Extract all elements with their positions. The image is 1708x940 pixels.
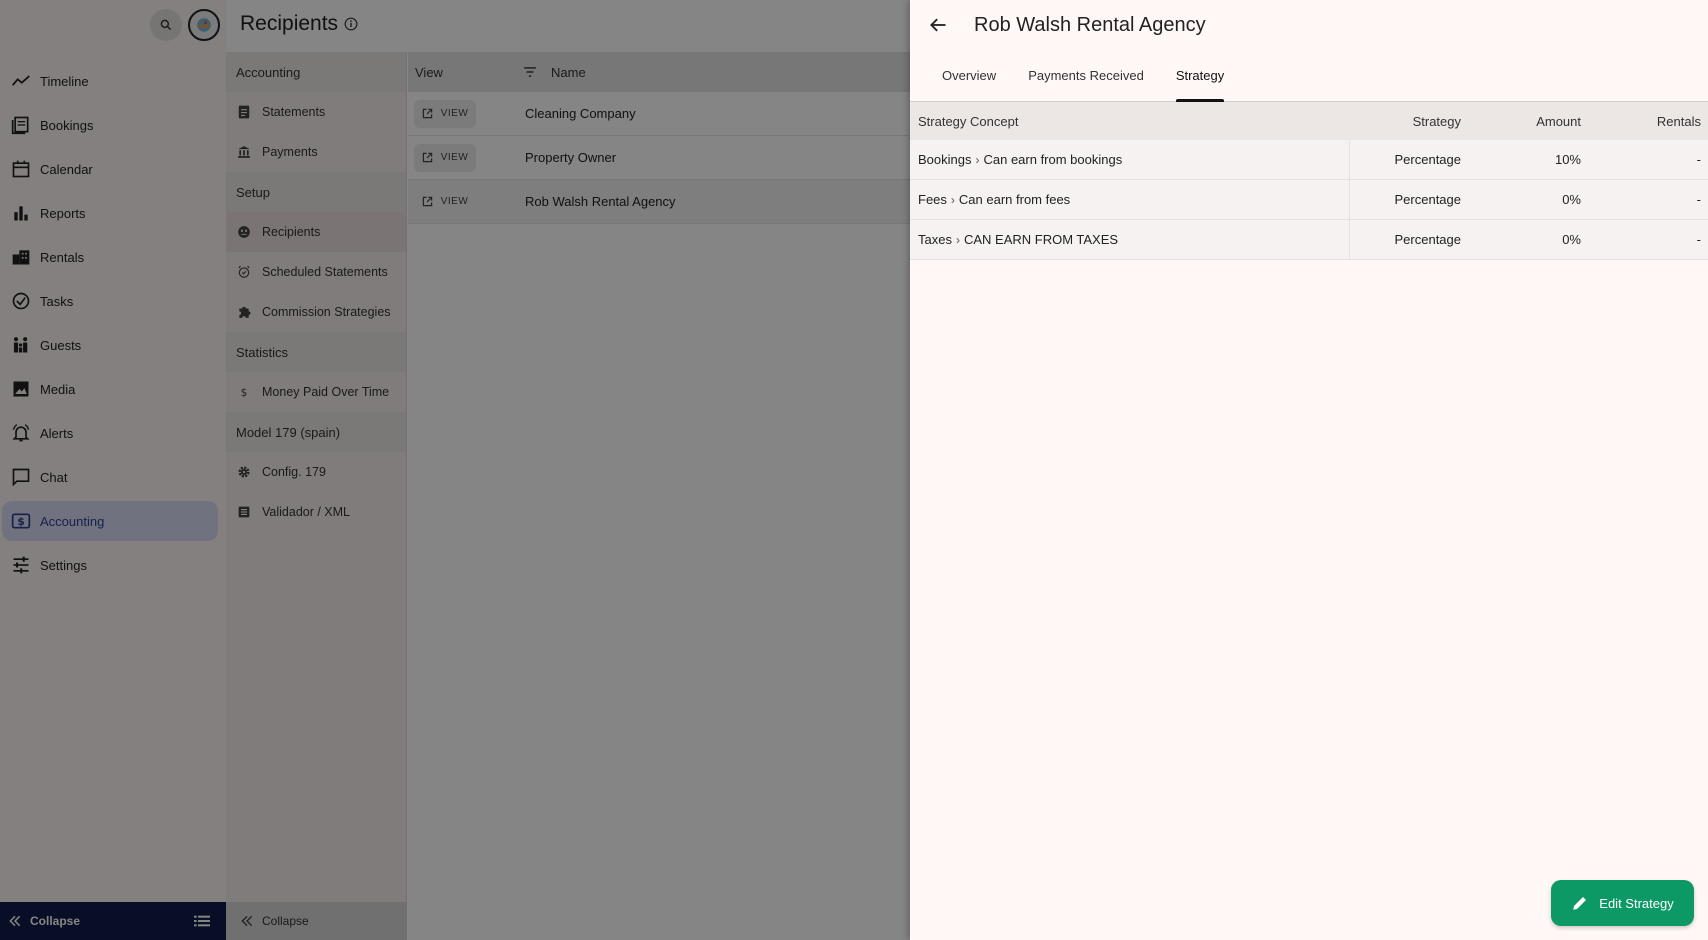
concept-name: CAN EARN FROM TAXES bbox=[963, 232, 1119, 247]
table-header: Strategy Concept Strategy Amount Rentals bbox=[910, 102, 1708, 140]
chevron-right-icon: › bbox=[950, 192, 955, 207]
strategy-concept-cell: Fees › Can earn from fees bbox=[910, 180, 1350, 219]
pencil-icon bbox=[1571, 894, 1589, 912]
concept-name: Can earn from fees bbox=[958, 192, 1071, 207]
drawer-tabs: Overview Payments Received Strategy bbox=[910, 50, 1708, 102]
amount-cell: 10% bbox=[1554, 152, 1581, 167]
column-header-strategy-concept[interactable]: Strategy Concept bbox=[910, 102, 1350, 140]
recipient-detail-drawer: Rob Walsh Rental Agency Overview Payment… bbox=[910, 0, 1708, 940]
strategy-concept-cell: Taxes › CAN EARN FROM TAXES bbox=[910, 220, 1350, 259]
back-arrow-icon[interactable] bbox=[928, 15, 948, 35]
strategy-cell: Percentage bbox=[1394, 232, 1462, 247]
modal-backdrop[interactable] bbox=[0, 0, 910, 940]
amount-cell: 0% bbox=[1562, 232, 1581, 247]
table-row[interactable]: Taxes › CAN EARN FROM TAXES Percentage 0… bbox=[910, 220, 1708, 260]
table-row[interactable]: Bookings › Can earn from bookings Percen… bbox=[910, 140, 1708, 180]
edit-strategy-button[interactable]: Edit Strategy bbox=[1551, 880, 1694, 926]
rentals-cell: - bbox=[1696, 152, 1701, 167]
concept-name: Can earn from bookings bbox=[983, 152, 1123, 167]
drawer-header: Rob Walsh Rental Agency bbox=[910, 0, 1708, 50]
chevron-right-icon: › bbox=[975, 152, 980, 167]
chevron-right-icon: › bbox=[955, 232, 960, 247]
strategy-table: Strategy Concept Strategy Amount Rentals… bbox=[910, 102, 1708, 260]
edit-strategy-label: Edit Strategy bbox=[1599, 895, 1674, 911]
concept-category: Bookings bbox=[918, 152, 972, 167]
tab-overview[interactable]: Overview bbox=[926, 49, 1012, 101]
table-row[interactable]: Fees › Can earn from fees Percentage 0% … bbox=[910, 180, 1708, 220]
column-header-rentals[interactable]: Rentals bbox=[1585, 114, 1705, 129]
strategy-cell: Percentage bbox=[1394, 152, 1462, 167]
tab-strategy[interactable]: Strategy bbox=[1160, 49, 1240, 102]
concept-category: Taxes bbox=[918, 232, 952, 247]
column-header-amount[interactable]: Amount bbox=[1465, 114, 1585, 129]
concept-category: Fees bbox=[918, 192, 947, 207]
rentals-cell: - bbox=[1696, 232, 1701, 247]
drawer-title: Rob Walsh Rental Agency bbox=[974, 13, 1206, 36]
amount-cell: 0% bbox=[1562, 192, 1581, 207]
rentals-cell: - bbox=[1696, 192, 1701, 207]
tab-payments-received[interactable]: Payments Received bbox=[1012, 49, 1160, 101]
strategy-cell: Percentage bbox=[1394, 192, 1462, 207]
column-header-strategy[interactable]: Strategy bbox=[1350, 114, 1465, 129]
strategy-concept-cell: Bookings › Can earn from bookings bbox=[910, 140, 1350, 179]
